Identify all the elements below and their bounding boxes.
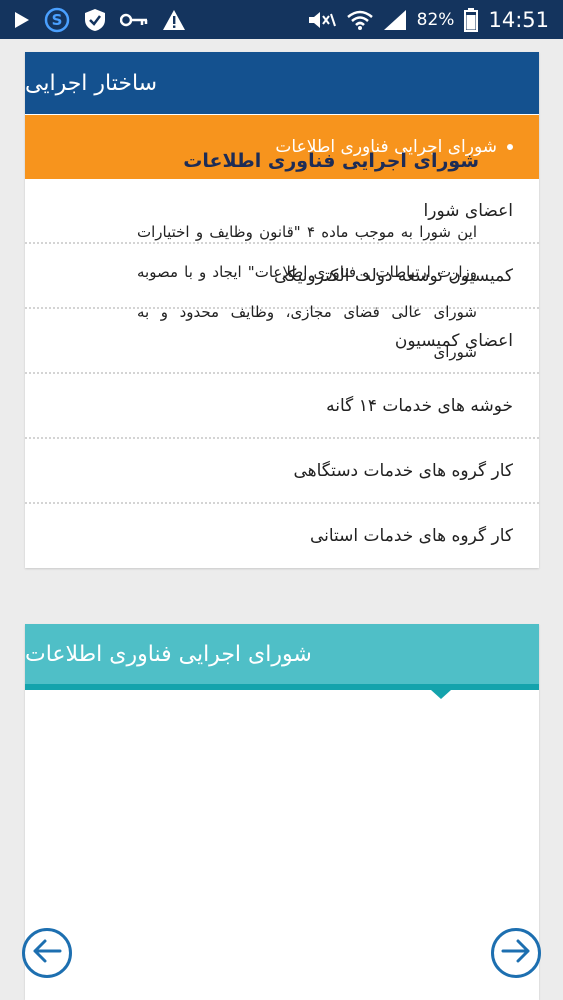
menu-item-label: خوشه های خدمات ۱۴ گانه [326, 395, 513, 416]
article-title: شورای اجرایی فناوری اطلاعات [183, 150, 479, 172]
warning-icon [162, 9, 186, 31]
menu-item-service-clusters[interactable]: خوشه های خدمات ۱۴ گانه [25, 374, 539, 439]
menu-item-label: کار گروه های خدمات استانی [309, 526, 513, 546]
menu-item-provincial-workgroups[interactable]: کار گروه های خدمات استانی [25, 504, 539, 568]
status-bar: S 82% 14:51 [0, 0, 563, 39]
content-card-header: شورای اجرایی فناوری اطلاعات [25, 624, 539, 699]
arrow-right-circle-icon [501, 938, 531, 968]
article-body: این شورا به موجب ماده ۴ "قانون وظایف و ا… [137, 223, 477, 361]
header-notch [431, 690, 451, 699]
status-bar-left: S [14, 7, 186, 33]
status-bar-right: 82% 14:51 [307, 7, 549, 32]
content-card-title: شورای اجرایی فناوری اطلاعات [25, 641, 312, 667]
mute-icon [307, 9, 337, 31]
battery-percent: 82% [416, 9, 455, 30]
svg-text:S: S [52, 11, 63, 29]
content-card: شورای اجرایی فناوری اطلاعات [25, 624, 539, 1000]
prev-button[interactable] [22, 928, 72, 978]
signal-icon [383, 9, 407, 31]
next-button[interactable] [491, 928, 541, 978]
key-icon [120, 13, 148, 27]
shield-icon [84, 8, 106, 32]
arrow-left-circle-icon [32, 938, 62, 968]
menu-item-agency-workgroups[interactable]: کار گروه های خدمات دستگاهی [25, 439, 539, 504]
clock: 14:51 [488, 7, 549, 32]
card-title: ساختار اجرایی [25, 52, 539, 114]
battery-icon [464, 7, 479, 32]
menu-item-label: کار گروه های خدمات دستگاهی [293, 460, 513, 481]
play-icon [14, 11, 30, 29]
title-accent-dash [483, 165, 511, 168]
bullet-icon [507, 144, 513, 150]
wifi-icon [346, 9, 373, 31]
s-app-icon: S [44, 7, 70, 33]
